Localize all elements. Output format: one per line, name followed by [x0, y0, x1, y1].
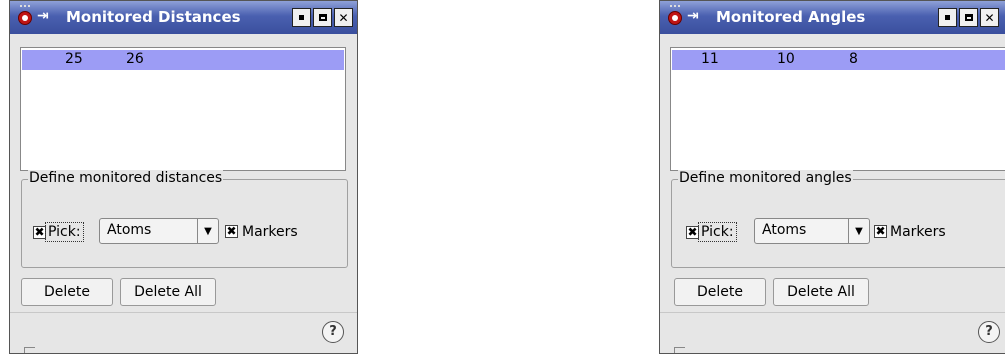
window-title: Monitored Distances — [66, 8, 241, 26]
pin-icon[interactable]: ⇥ — [687, 8, 699, 24]
atom-index: 10 — [777, 51, 795, 67]
maximize-button[interactable] — [959, 8, 978, 27]
pick-label[interactable]: Pick: — [45, 222, 84, 242]
monitored-list[interactable]: 11 10 8 — [670, 47, 1005, 171]
group-label: Define monitored angles — [678, 170, 853, 186]
resize-grip[interactable] — [674, 347, 685, 353]
markers-label: Markers — [242, 224, 298, 240]
pin-icon[interactable]: ⇥ — [37, 8, 49, 24]
define-group: Define monitored distances ✖ Pick: Atoms… — [21, 170, 348, 268]
help-icon[interactable]: ? — [978, 321, 1000, 343]
divider — [10, 312, 357, 313]
delete-all-button[interactable]: Delete All — [120, 278, 216, 306]
group-label: Define monitored distances — [28, 170, 224, 186]
markers-checkbox[interactable]: ✖ — [874, 225, 887, 238]
atom-index: 11 — [701, 51, 719, 67]
select-value: Atoms — [107, 222, 152, 238]
app-icon[interactable] — [668, 5, 682, 25]
monitored-distances-window: ⇥ Monitored Distances ✕ 25 26 Define mon… — [9, 0, 358, 354]
atom-index: 8 — [849, 51, 858, 67]
atom-index: 26 — [126, 51, 144, 67]
close-button[interactable]: ✕ — [334, 8, 353, 27]
close-icon: ✕ — [338, 10, 349, 25]
list-item[interactable]: 25 26 — [22, 50, 344, 70]
maximize-icon — [318, 14, 327, 21]
monitored-angles-window: ⇥ Monitored Angles ✕ 11 10 8 Define moni… — [659, 0, 1005, 354]
minimize-icon — [299, 15, 304, 20]
pick-mode-select[interactable]: Atoms ▼ — [99, 218, 219, 244]
minimize-button[interactable] — [292, 8, 311, 27]
help-icon[interactable]: ? — [322, 321, 344, 343]
chevron-down-icon[interactable]: ▼ — [848, 219, 869, 243]
pick-label[interactable]: Pick: — [698, 222, 737, 242]
divider — [660, 312, 1005, 313]
app-icon[interactable] — [18, 5, 32, 25]
delete-button[interactable]: Delete — [21, 278, 113, 306]
minimize-button[interactable] — [938, 8, 957, 27]
maximize-icon — [964, 14, 973, 21]
pick-mode-select[interactable]: Atoms ▼ — [754, 218, 870, 244]
monitored-list[interactable]: 25 26 — [20, 47, 346, 171]
chevron-down-icon[interactable]: ▼ — [197, 219, 218, 243]
list-item[interactable]: 11 10 8 — [672, 50, 1005, 70]
atom-index: 25 — [65, 51, 83, 67]
maximize-button[interactable] — [313, 8, 332, 27]
select-value: Atoms — [762, 222, 807, 238]
close-button[interactable]: ✕ — [980, 8, 999, 27]
title-bar[interactable]: ⇥ Monitored Distances ✕ — [10, 1, 357, 34]
markers-label: Markers — [890, 224, 946, 240]
define-group: Define monitored angles ✖ Pick: Atoms ▼ … — [671, 170, 1005, 268]
markers-checkbox[interactable]: ✖ — [225, 225, 238, 238]
resize-grip[interactable] — [24, 347, 35, 353]
delete-all-button[interactable]: Delete All — [773, 278, 869, 306]
minimize-icon — [945, 15, 950, 20]
delete-button[interactable]: Delete — [674, 278, 766, 306]
window-title: Monitored Angles — [716, 8, 866, 26]
title-bar[interactable]: ⇥ Monitored Angles ✕ — [660, 1, 1005, 34]
close-icon: ✕ — [984, 10, 995, 25]
